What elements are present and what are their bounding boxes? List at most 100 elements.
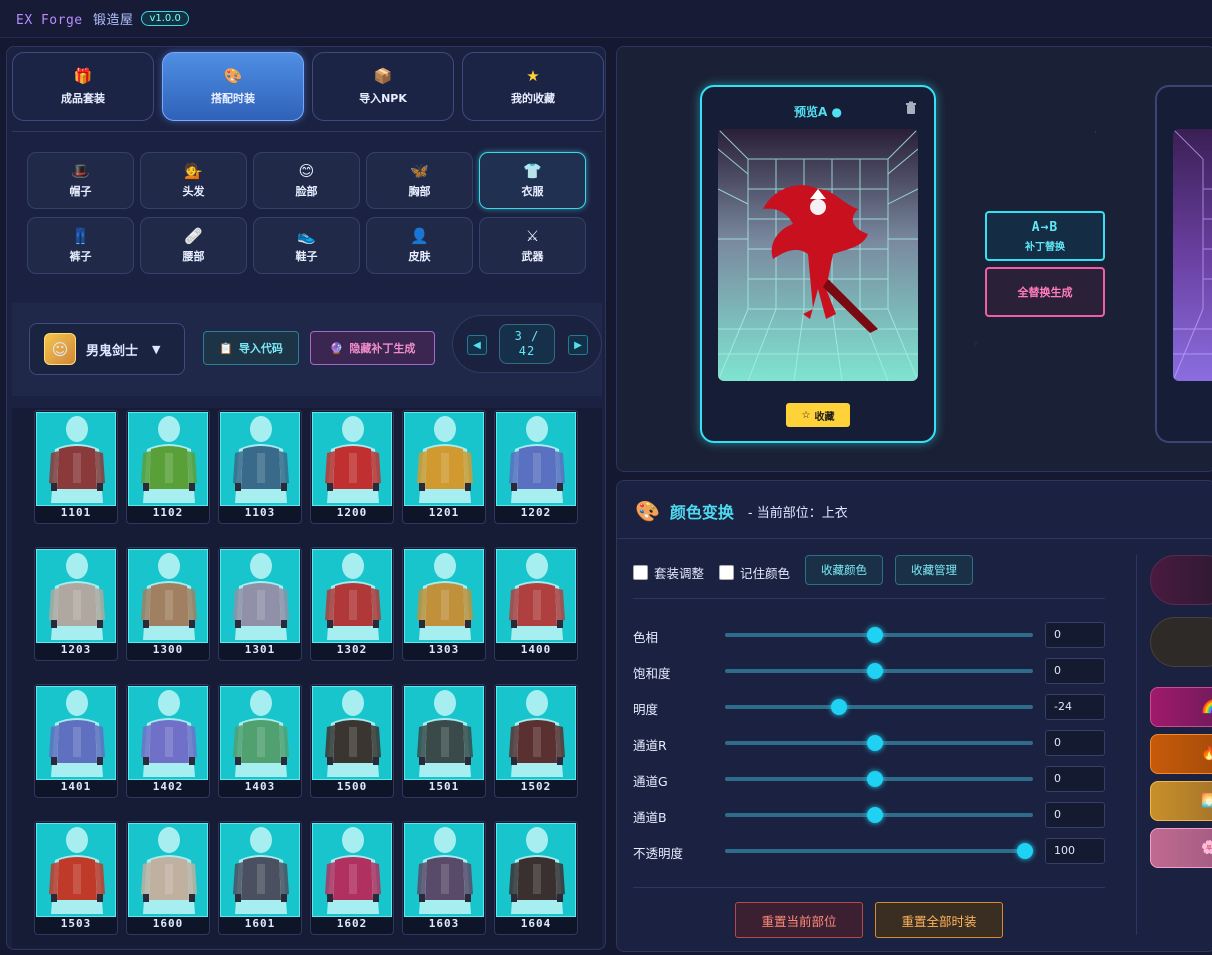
outfit-item[interactable]: 1101 <box>34 410 118 524</box>
preset-swatch-1[interactable] <box>1150 555 1212 605</box>
outfit-item[interactable]: 1301 <box>218 547 302 661</box>
slider-value-input[interactable]: 0 <box>1045 658 1105 684</box>
category-hat[interactable]: 🎩 帽子 <box>27 152 134 209</box>
item-code: 1602 <box>336 917 368 930</box>
outfit-item[interactable]: 1500 <box>310 684 394 798</box>
outfit-thumbnail <box>36 686 116 780</box>
reset-current-part-button[interactable]: 重置当前部位 <box>735 902 863 938</box>
color-panel-header: 🎨 颜色变换 - 当前部位：上衣 <box>635 499 848 523</box>
item-code: 1601 <box>244 917 276 930</box>
slider-thumb[interactable] <box>867 627 883 643</box>
outfit-item[interactable]: 1300 <box>126 547 210 661</box>
preview-a-canvas <box>718 129 918 381</box>
replace-all-button[interactable]: 全替换生成 <box>985 267 1105 317</box>
slider-thumb[interactable] <box>867 663 883 679</box>
category-skin[interactable]: 👤 皮肤 <box>366 217 473 274</box>
trash-icon[interactable] <box>904 101 918 115</box>
box-icon: 📦 <box>373 66 393 85</box>
category-clothes[interactable]: 👕 衣服 <box>479 152 586 209</box>
slider-thumb[interactable] <box>831 699 847 715</box>
slider-thumb[interactable] <box>867 807 883 823</box>
character-select[interactable]: ☺ 男鬼剑士 ▼ <box>29 323 185 375</box>
hidden-patch-button[interactable]: 🔮 隐藏补丁生成 <box>310 331 435 365</box>
import-code-button[interactable]: 📋 导入代码 <box>203 331 299 365</box>
divider <box>617 538 1212 539</box>
outfit-image <box>325 690 381 777</box>
slider-value-input[interactable]: 0 <box>1045 802 1105 828</box>
preset-swatch-2[interactable] <box>1150 617 1212 667</box>
item-code: 1604 <box>520 917 552 930</box>
outfit-item[interactable]: 1604 <box>494 821 578 935</box>
remember-color-checkbox[interactable]: 记住颜色 <box>719 563 790 582</box>
reset-all-fashion-button[interactable]: 重置全部时装 <box>875 902 1003 938</box>
preset-fire[interactable]: 🔥 <box>1150 734 1212 774</box>
outfit-item[interactable]: 1303 <box>402 547 486 661</box>
category-hair[interactable]: 💁 头发 <box>140 152 247 209</box>
slider-value-input[interactable]: 0 <box>1045 730 1105 756</box>
slider-track[interactable] <box>725 705 1033 709</box>
outfit-item[interactable]: 1102 <box>126 410 210 524</box>
category-pants[interactable]: 👖 裤子 <box>27 217 134 274</box>
category-chest[interactable]: 🦋 胸部 <box>366 152 473 209</box>
outfit-image <box>141 416 197 503</box>
slider-value-input[interactable]: 100 <box>1045 838 1105 864</box>
category-weapon[interactable]: ⚔ 武器 <box>479 217 586 274</box>
fav-color-button[interactable]: 收藏颜色 <box>805 555 883 585</box>
category-face[interactable]: 😊 脸部 <box>253 152 360 209</box>
item-code: 1302 <box>336 643 368 656</box>
fav-manage-button[interactable]: 收藏管理 <box>895 555 973 585</box>
ab-patch-replace-button[interactable]: A→B 补丁替换 <box>985 211 1105 261</box>
outfit-item[interactable]: 1103 <box>218 410 302 524</box>
hat-icon: 🎩 <box>71 161 90 180</box>
outfit-image <box>325 416 381 503</box>
outfit-item[interactable]: 1203 <box>34 547 118 661</box>
outfit-item[interactable]: 1403 <box>218 684 302 798</box>
outfit-thumbnail <box>404 686 484 780</box>
category-shoes[interactable]: 👟 鞋子 <box>253 217 360 274</box>
outfit-item[interactable]: 1603 <box>402 821 486 935</box>
outfit-image <box>141 553 197 640</box>
prev-page-button[interactable]: ◀ <box>467 335 487 355</box>
outfit-image <box>417 416 473 503</box>
tab-mix-fashion[interactable]: 🎨 搭配时装 <box>162 52 304 121</box>
slider-value-input[interactable]: 0 <box>1045 766 1105 792</box>
outfit-item[interactable]: 1501 <box>402 684 486 798</box>
page-indicator: 3 / 42 <box>499 324 555 364</box>
slider-track[interactable] <box>725 849 1033 853</box>
outfit-item[interactable]: 1600 <box>126 821 210 935</box>
outfit-item[interactable]: 1400 <box>494 547 578 661</box>
outfit-item[interactable]: 1202 <box>494 410 578 524</box>
outfit-item[interactable]: 1401 <box>34 684 118 798</box>
item-code: 1203 <box>60 643 92 656</box>
outfit-item[interactable]: 1201 <box>402 410 486 524</box>
outfit-image <box>233 827 289 914</box>
slider-value-input[interactable]: 0 <box>1045 622 1105 648</box>
shirt-icon: 👕 <box>523 161 542 180</box>
preset-sakura[interactable]: 🌸 <box>1150 828 1212 868</box>
favorite-button[interactable]: ☆ 收藏 <box>786 403 850 427</box>
next-page-button[interactable]: ▶ <box>568 335 588 355</box>
preset-rainbow[interactable]: 🌈 <box>1150 687 1212 727</box>
outfit-item[interactable]: 1502 <box>494 684 578 798</box>
slider-thumb[interactable] <box>867 735 883 751</box>
outfit-item[interactable]: 1601 <box>218 821 302 935</box>
outfit-item[interactable]: 1602 <box>310 821 394 935</box>
tab-suits[interactable]: 🎁 成品套装 <box>12 52 154 121</box>
outfit-thumbnail <box>220 412 300 506</box>
category-waist[interactable]: 🩹 腰部 <box>140 217 247 274</box>
outfit-item[interactable]: 1503 <box>34 821 118 935</box>
outfit-item[interactable]: 1402 <box>126 684 210 798</box>
slider-thumb[interactable] <box>867 771 883 787</box>
suit-adjust-checkbox[interactable]: 套装调整 <box>633 563 704 582</box>
tab-import-npk[interactable]: 📦 导入NPK <box>312 52 454 121</box>
outfit-thumbnail <box>312 823 392 917</box>
slider-thumb[interactable] <box>1017 843 1033 859</box>
outfit-item[interactable]: 1302 <box>310 547 394 661</box>
outfit-image <box>233 553 289 640</box>
slider-value-input[interactable]: -24 <box>1045 694 1105 720</box>
item-grid: 1101 1102 1103 1200 1201 1202 1203 1300 1301 1302… <box>34 410 578 935</box>
tab-favorites[interactable]: ★ 我的收藏 <box>462 52 604 121</box>
outfit-item[interactable]: 1200 <box>310 410 394 524</box>
preset-sunset[interactable]: 🌅 <box>1150 781 1212 821</box>
outfit-thumbnail <box>312 412 392 506</box>
